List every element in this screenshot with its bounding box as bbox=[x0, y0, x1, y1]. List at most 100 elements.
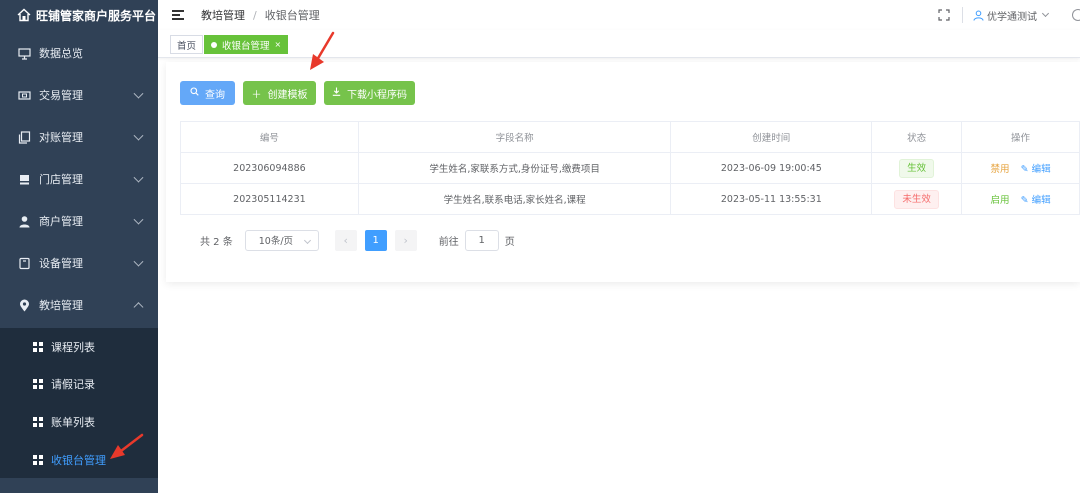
download-qrcode-label: 下载小程序码 bbox=[347, 89, 407, 101]
column-header: 创建时间 bbox=[670, 121, 873, 153]
sidebar-item-dashboard[interactable]: 数据总览 bbox=[0, 32, 158, 74]
column-header: 编号 bbox=[180, 121, 359, 153]
money-icon bbox=[17, 88, 31, 102]
top-header: 教培管理 / 收银台管理 优学通测试 bbox=[158, 0, 1080, 30]
goto-page-input[interactable]: 1 bbox=[464, 229, 499, 251]
logout-icon[interactable] bbox=[1072, 9, 1080, 21]
grid-icon bbox=[33, 455, 43, 465]
header-right: 优学通测试 bbox=[938, 0, 1080, 30]
brand-title: 旺铺管家商户服务平台 bbox=[36, 8, 157, 23]
cell-id: 202305114231 bbox=[180, 183, 359, 215]
plus-icon: ＋ bbox=[251, 89, 262, 101]
cell-status: 生效 bbox=[871, 152, 963, 184]
active-dot-icon bbox=[211, 41, 217, 48]
edit-button[interactable]: ✎ 编辑 bbox=[1021, 195, 1051, 206]
column-header: 操作 bbox=[961, 121, 1080, 153]
template-table: 编号 字段名称 创建时间 状态 操作 202306094886 学生姓名,家联系… bbox=[180, 121, 1080, 215]
chevron-down-icon bbox=[133, 130, 144, 141]
grid-icon bbox=[33, 417, 43, 427]
cell-created: 2023-05-11 13:55:31 bbox=[670, 183, 873, 215]
breadcrumb-current: 收银台管理 bbox=[264, 9, 320, 22]
edit-icon: ✎ bbox=[1020, 164, 1029, 175]
user-dropdown[interactable]: 优学通测试 bbox=[973, 8, 1072, 23]
edit-label: 编辑 bbox=[1031, 164, 1051, 175]
disable-button[interactable]: 禁用 bbox=[991, 164, 1010, 175]
shop-icon bbox=[17, 172, 31, 186]
cell-created: 2023-06-09 19:00:45 bbox=[670, 152, 873, 184]
chevron-left-icon: ‹ bbox=[343, 233, 348, 247]
table-row: 202305114231 学生姓名,联系电话,家长姓名,课程 2023-05-1… bbox=[180, 183, 1080, 215]
search-button[interactable]: 查询 bbox=[180, 81, 235, 105]
grid-icon bbox=[33, 342, 43, 352]
tag-cashier[interactable]: 收银台管理 × bbox=[204, 35, 289, 54]
cell-fields: 学生姓名,联系电话,家长姓名,课程 bbox=[357, 183, 672, 215]
sidebar-subitem-bills[interactable]: 账单列表 bbox=[0, 403, 158, 441]
chevron-down-icon bbox=[133, 256, 144, 267]
tag-home[interactable]: 首页 bbox=[170, 35, 204, 54]
status-badge: 未生效 bbox=[894, 189, 939, 209]
sidebar-item-label: 商户管理 bbox=[39, 215, 83, 228]
close-icon[interactable]: × bbox=[275, 40, 282, 49]
sidebar-subitem-courses[interactable]: 课程列表 bbox=[0, 328, 158, 366]
sidebar-subitem-label: 课程列表 bbox=[51, 341, 95, 354]
user-icon bbox=[973, 10, 984, 21]
page-number-current[interactable]: 1 bbox=[364, 229, 387, 251]
download-qrcode-button[interactable]: 下载小程序码 bbox=[324, 81, 415, 105]
download-icon bbox=[332, 87, 341, 99]
monitor-icon bbox=[17, 46, 31, 60]
chevron-down-icon bbox=[133, 172, 144, 183]
sidebar: 旺铺管家商户服务平台 数据总览 交易管理 对账管理 门店管理 商户管理 设备管理… bbox=[0, 0, 158, 493]
tags-view: 首页 收银台管理 × bbox=[158, 30, 1080, 58]
page-size-select[interactable]: 10条/页 bbox=[244, 229, 319, 251]
status-badge: 生效 bbox=[899, 158, 935, 178]
chevron-right-icon: › bbox=[403, 233, 408, 247]
sidebar-subitem-label: 收银台管理 bbox=[51, 454, 106, 467]
sidebar-item-reconcile[interactable]: 对账管理 bbox=[0, 116, 158, 158]
goto-prefix: 前往 bbox=[438, 236, 459, 248]
sidebar-item-label: 门店管理 bbox=[39, 173, 83, 186]
edit-label: 编辑 bbox=[1031, 195, 1051, 206]
tag-label: 首页 bbox=[177, 40, 197, 52]
hamburger-menu-icon[interactable] bbox=[172, 10, 184, 20]
search-icon bbox=[190, 87, 199, 99]
cell-status: 未生效 bbox=[871, 183, 963, 215]
edit-icon: ✎ bbox=[1020, 195, 1029, 206]
chevron-down-icon bbox=[133, 88, 144, 99]
grid-icon bbox=[33, 379, 43, 389]
cell-actions: 启用 ✎ 编辑 bbox=[961, 183, 1080, 215]
chevron-up-icon bbox=[133, 302, 144, 313]
education-submenu: 课程列表 请假记录 账单列表 收银台管理 bbox=[0, 328, 158, 478]
fullscreen-icon[interactable] bbox=[938, 9, 950, 21]
breadcrumb-item[interactable]: 教培管理 bbox=[201, 7, 245, 23]
next-page-button[interactable]: › bbox=[394, 229, 417, 251]
prev-page-button[interactable]: ‹ bbox=[334, 229, 357, 251]
sidebar-item-store[interactable]: 门店管理 bbox=[0, 158, 158, 200]
device-icon bbox=[17, 256, 31, 270]
cell-actions: 禁用 ✎ 编辑 bbox=[961, 152, 1080, 184]
sidebar-item-device[interactable]: 设备管理 bbox=[0, 242, 158, 284]
sidebar-subitem-leave[interactable]: 请假记录 bbox=[0, 365, 158, 403]
sidebar-item-label: 交易管理 bbox=[39, 89, 83, 102]
sidebar-item-education[interactable]: 教培管理 bbox=[0, 284, 158, 326]
create-template-button[interactable]: ＋ 创建模板 bbox=[243, 81, 316, 105]
table-header-row: 编号 字段名称 创建时间 状态 操作 bbox=[180, 121, 1080, 153]
table-row: 202306094886 学生姓名,家联系方式,身份证号,缴费项目 2023-0… bbox=[180, 152, 1080, 184]
edit-button[interactable]: ✎ 编辑 bbox=[1021, 164, 1051, 175]
pagination: 共 2 条 10条/页 ‹ 1 › 前往 1 页 bbox=[200, 229, 515, 251]
goto-suffix: 页 bbox=[504, 236, 515, 248]
main-card: 查询 ＋ 创建模板 下载小程序码 编号 字段名称 创建时间 状态 操作 2023… bbox=[166, 62, 1080, 282]
sidebar-subitem-cashier[interactable]: 收银台管理 bbox=[0, 441, 158, 479]
pagination-total: 共 2 条 bbox=[200, 236, 233, 248]
sidebar-item-trade[interactable]: 交易管理 bbox=[0, 74, 158, 116]
tag-label: 收银台管理 bbox=[222, 40, 270, 52]
sidebar-item-merchant[interactable]: 商户管理 bbox=[0, 200, 158, 242]
breadcrumb: 教培管理 / 收银台管理 bbox=[201, 7, 320, 23]
sidebar-item-label: 教培管理 bbox=[39, 299, 83, 312]
column-header: 状态 bbox=[871, 121, 963, 153]
cell-id: 202306094886 bbox=[180, 152, 359, 184]
sidebar-subitem-label: 账单列表 bbox=[51, 416, 95, 429]
column-header: 字段名称 bbox=[357, 121, 672, 153]
chevron-down-icon bbox=[133, 214, 144, 225]
enable-button[interactable]: 启用 bbox=[991, 195, 1010, 206]
sidebar-subitem-label: 请假记录 bbox=[51, 378, 95, 391]
